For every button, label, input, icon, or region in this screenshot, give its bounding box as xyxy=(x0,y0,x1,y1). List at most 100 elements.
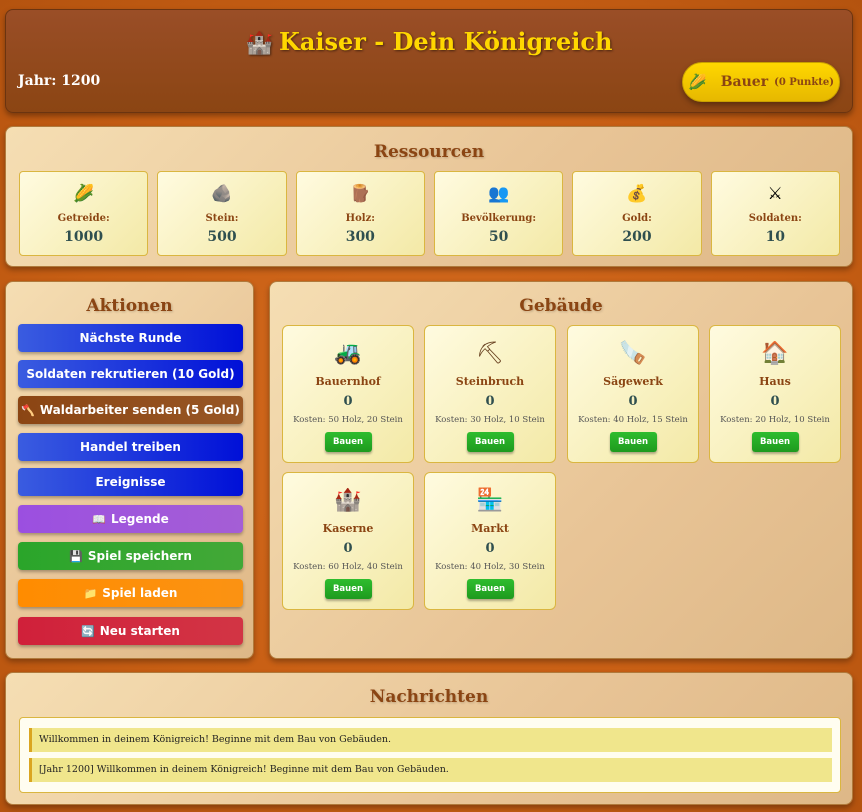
resource-label: Bevölkerung: xyxy=(461,213,537,224)
resource-value: 10 xyxy=(765,229,786,245)
build-button[interactable]: Bauen xyxy=(324,432,372,452)
button-label: Spiel laden xyxy=(102,586,178,600)
gold-bag-icon: 💰 xyxy=(626,184,648,204)
building-card-saegewerk: 🪚 Sägewerk 0 Kosten: 40 Holz, 15 Stein B… xyxy=(567,325,699,463)
restart-button[interactable]: 🔄 Neu starten xyxy=(18,617,243,645)
build-button[interactable]: Bauen xyxy=(324,579,372,599)
building-count: 0 xyxy=(770,394,780,409)
resource-label: Stein: xyxy=(205,213,239,224)
rank-button[interactable]: 🌽 Bauer (0 Punkte) xyxy=(682,62,840,102)
building-cost: Kosten: 20 Holz, 10 Stein xyxy=(720,415,830,425)
load-game-button[interactable]: 📁 Spiel laden xyxy=(18,579,243,607)
game-title: 🏰 Kaiser - Dein Königreich xyxy=(6,27,852,56)
rank-points: (0 Punkte) xyxy=(774,76,834,88)
resource-value: 200 xyxy=(622,229,652,245)
year-display: Jahr: 1200 xyxy=(18,73,101,89)
resource-card-stein: 🪨 Stein: 500 xyxy=(157,171,287,256)
population-icon: 👥 xyxy=(488,184,510,204)
saw-icon: 🪚 xyxy=(619,341,647,366)
refresh-icon: 🔄 xyxy=(81,624,95,638)
send-lumberjacks-button[interactable]: 🪓 Waldarbeiter senden (5 Gold) xyxy=(18,396,243,424)
resource-card-gold: 💰 Gold: 200 xyxy=(572,171,702,256)
messages-panel: Nachrichten Willkommen in deinem Königre… xyxy=(5,672,853,805)
actions-panel: Aktionen Nächste Runde Soldaten rekrutie… xyxy=(5,281,254,659)
build-button[interactable]: Bauen xyxy=(751,432,799,452)
building-count: 0 xyxy=(343,541,353,556)
resources-grid: 🌽 Getreide: 1000 🪨 Stein: 500 🪵 Holz: 30… xyxy=(19,171,840,256)
game-header: 🏰 Kaiser - Dein Königreich Jahr: 1200 🌽 B… xyxy=(5,9,853,113)
resource-card-holz: 🪵 Holz: 300 xyxy=(295,171,425,256)
recruit-soldiers-button[interactable]: Soldaten rekrutieren (10 Gold) xyxy=(18,360,243,388)
button-label: Waldarbeiter senden (5 Gold) xyxy=(39,403,240,417)
building-cost: Kosten: 40 Holz, 30 Stein xyxy=(435,562,545,572)
legend-button[interactable]: 📖 Legende xyxy=(18,505,243,533)
house-icon: 🏠 xyxy=(761,341,789,366)
building-card-markt: 🏪 Markt 0 Kosten: 40 Holz, 30 Stein Baue… xyxy=(424,472,556,610)
trade-button[interactable]: Handel treiben xyxy=(18,433,243,461)
building-card-kaserne: 🏰 Kaserne 0 Kosten: 60 Holz, 40 Stein Ba… xyxy=(282,472,414,610)
building-name: Kaserne xyxy=(322,522,374,535)
building-card-haus: 🏠 Haus 0 Kosten: 20 Holz, 10 Stein Bauen xyxy=(709,325,841,463)
building-name: Sägewerk xyxy=(603,375,663,388)
button-label: Neu starten xyxy=(99,624,180,638)
building-count: 0 xyxy=(485,394,495,409)
wood-icon: 🪵 xyxy=(349,184,371,204)
resource-value: 300 xyxy=(345,229,375,245)
save-game-button[interactable]: 💾 Spiel speichern xyxy=(18,542,243,570)
wheat-icon: 🌽 xyxy=(688,73,707,91)
events-button[interactable]: Ereignisse xyxy=(18,468,243,496)
game-title-text: Kaiser - Dein Königreich xyxy=(278,27,613,56)
building-cost: Kosten: 30 Holz, 10 Stein xyxy=(435,415,545,425)
building-name: Haus xyxy=(759,375,791,388)
messages-log[interactable]: Willkommen in deinem Königreich! Beginne… xyxy=(19,717,841,793)
resource-label: Soldaten: xyxy=(748,213,802,224)
button-label: Nächste Runde xyxy=(79,331,182,345)
building-name: Markt xyxy=(471,522,509,535)
castle-icon: 🏰 xyxy=(334,488,362,513)
building-count: 0 xyxy=(343,394,353,409)
resource-value: 500 xyxy=(207,229,237,245)
book-icon: 📖 xyxy=(92,512,106,526)
resource-label: Holz: xyxy=(345,213,375,224)
building-cost: Kosten: 40 Holz, 15 Stein xyxy=(578,415,688,425)
resources-panel: Ressourcen 🌽 Getreide: 1000 🪨 Stein: 500… xyxy=(5,126,853,267)
resource-card-bevoelkerung: 👥 Bevölkerung: 50 xyxy=(433,171,564,256)
building-card-steinbruch: ⛏ Steinbruch 0 Kosten: 30 Holz, 10 Stein… xyxy=(424,325,556,463)
building-name: Steinbruch xyxy=(455,375,525,388)
button-label: Soldaten rekrutieren (10 Gold) xyxy=(26,367,235,381)
resource-value: 50 xyxy=(488,229,509,245)
rank-label: Bauer xyxy=(720,74,769,90)
market-icon: 🏪 xyxy=(476,488,504,513)
stone-icon: 🪨 xyxy=(211,184,233,204)
buildings-panel: Gebäude 🚜 Bauernhof 0 Kosten: 50 Holz, 2… xyxy=(269,281,853,659)
resources-title: Ressourcen xyxy=(373,142,485,162)
axe-icon: 🪓 xyxy=(21,403,35,417)
next-round-button[interactable]: Nächste Runde xyxy=(18,324,243,352)
build-button[interactable]: Bauen xyxy=(466,579,514,599)
resource-card-soldaten: ⚔ Soldaten: 10 xyxy=(710,171,840,256)
button-label: Spiel speichern xyxy=(87,549,192,563)
build-button[interactable]: Bauen xyxy=(466,432,514,452)
building-cost: Kosten: 60 Holz, 40 Stein xyxy=(293,562,403,572)
buildings-title: Gebäude xyxy=(519,296,603,316)
folder-icon: 📁 xyxy=(83,586,98,600)
pickaxe-icon: ⛏ xyxy=(476,341,504,366)
tractor-icon: 🚜 xyxy=(334,341,362,366)
building-count: 0 xyxy=(485,541,495,556)
button-label: Legende xyxy=(110,512,169,526)
resource-label: Getreide: xyxy=(57,213,110,224)
floppy-disk-icon: 💾 xyxy=(69,549,83,563)
wheat-icon: 🌽 xyxy=(73,184,95,204)
button-label: Ereignisse xyxy=(95,475,166,489)
messages-title: Nachrichten xyxy=(369,687,489,707)
swords-icon: ⚔ xyxy=(767,184,783,204)
resource-card-getreide: 🌽 Getreide: 1000 xyxy=(19,171,149,256)
message-item: [Jahr 1200] Willkommen in deinem Königre… xyxy=(29,758,832,782)
castle-icon: 🏰 xyxy=(245,31,273,56)
building-name: Bauernhof xyxy=(315,375,381,388)
message-item: Willkommen in deinem Königreich! Beginne… xyxy=(29,728,832,752)
building-count: 0 xyxy=(628,394,638,409)
resource-label: Gold: xyxy=(622,213,652,224)
resource-value: 1000 xyxy=(64,229,104,245)
build-button[interactable]: Bauen xyxy=(609,432,657,452)
